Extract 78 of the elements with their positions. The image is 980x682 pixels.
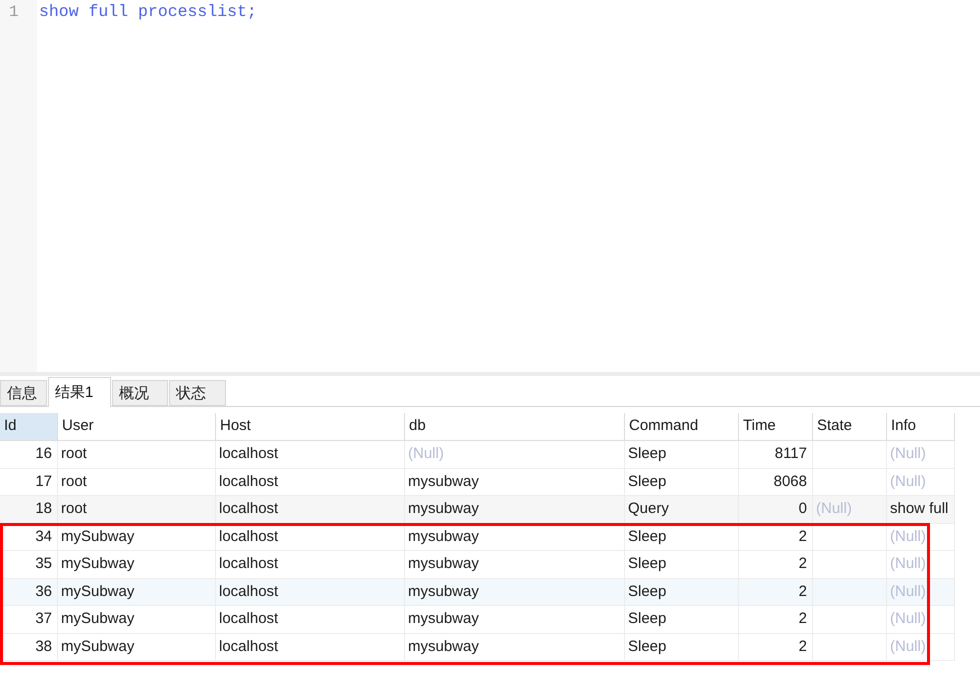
table-cell-text: 8068: [774, 472, 807, 492]
null-cell-text: (Null): [890, 472, 926, 492]
column-header[interactable]: Info: [887, 413, 955, 441]
code-line: show full processlist;: [39, 1, 257, 23]
table-cell-text: 36: [35, 582, 52, 602]
result-tab[interactable]: 信息: [0, 380, 47, 406]
table-cell-text: mysubway: [408, 582, 479, 602]
table-cell-text: localhost: [219, 582, 278, 602]
table-cell-text: 0: [798, 499, 807, 519]
table-cell-text: localhost: [219, 472, 278, 492]
table-cell-text: mysubway: [408, 636, 479, 656]
table-cell-text: mysubway: [408, 526, 479, 546]
table-cell-text: root: [61, 499, 87, 519]
table-cell-text: 2: [798, 582, 807, 602]
null-cell-text: (Null): [408, 444, 444, 464]
column-header[interactable]: db: [405, 413, 625, 441]
table-cell-text: 2: [798, 526, 807, 546]
table-row[interactable]: 17 root localhost mysubway Sleep 8068 (Null): [0, 468, 955, 496]
column-header[interactable]: Command: [625, 413, 739, 441]
table-cell-text: 18: [35, 499, 52, 519]
table-cell-text: root: [61, 472, 87, 492]
table-cell-text: mysubway: [408, 472, 479, 492]
table-cell-text: localhost: [219, 609, 278, 629]
table-cell-text: 2: [798, 609, 807, 629]
table-cell-text: localhost: [219, 554, 278, 574]
table-row[interactable]: 18 root localhost mysubway Query 0 (Null) show full: [0, 496, 955, 524]
table-cell-text: 2: [798, 554, 807, 574]
table-cell-text: localhost: [219, 499, 278, 519]
table-cell-text: localhost: [219, 444, 278, 464]
table-cell-text: localhost: [219, 526, 278, 546]
table-cell-text: 38: [35, 636, 52, 656]
table-cell-text: 34: [35, 526, 52, 546]
table-cell-text: Sleep: [628, 472, 666, 492]
table-row[interactable]: 37 mySubway localhost mysubway Sleep 2 (Null): [0, 606, 955, 634]
table-cell-text: Sleep: [628, 554, 666, 574]
table-row[interactable]: 38 mySubway localhost mysubway Sleep 2 (Null): [0, 634, 955, 661]
table-cell-text: mysubway: [408, 499, 479, 519]
table-cell-text: mysubway: [408, 609, 479, 629]
column-header[interactable]: Id: [0, 413, 58, 441]
null-cell-text: (Null): [890, 609, 926, 629]
table-cell-text: mySubway: [61, 526, 134, 546]
table-cell-text: Sleep: [628, 582, 666, 602]
table-cell-text: 16: [35, 444, 52, 464]
null-cell-text: (Null): [890, 444, 926, 464]
table-cell-text: root: [61, 444, 87, 464]
result-tab[interactable]: 概况: [112, 380, 168, 406]
null-cell-text: (Null): [816, 499, 852, 519]
table-row[interactable]: 16 root localhost (Null) Sleep 8117 (Null): [0, 441, 955, 468]
table-cell-text: 2: [798, 636, 807, 656]
null-cell-text: (Null): [890, 554, 926, 574]
table-cell-text: mySubway: [61, 554, 134, 574]
null-cell-text: (Null): [890, 582, 926, 602]
table-row[interactable]: 36 mySubway localhost mysubway Sleep 2 (Null): [0, 578, 955, 606]
table-cell-text: mySubway: [61, 582, 134, 602]
table-cell-text: Sleep: [628, 526, 666, 546]
table-cell-text: localhost: [219, 636, 278, 656]
table-cell-text: Sleep: [628, 609, 666, 629]
table-cell-text: mySubway: [61, 609, 134, 629]
table-cell-text: 8117: [774, 444, 807, 464]
table-cell-text: Query: [628, 499, 669, 519]
table-cell-text: 17: [35, 472, 52, 492]
table-cell-text: mysubway: [408, 554, 479, 574]
null-cell-text: (Null): [890, 526, 926, 546]
line-number: 1: [9, 2, 19, 23]
table-row[interactable]: 35 mySubway localhost mysubway Sleep 2 (Null): [0, 551, 955, 578]
result-tab[interactable]: 结果1: [48, 377, 111, 407]
column-header[interactable]: Time: [739, 413, 813, 441]
null-cell-text: (Null): [890, 636, 926, 656]
column-header[interactable]: User: [58, 413, 216, 441]
table-cell-text: Sleep: [628, 444, 666, 464]
column-header[interactable]: Host: [216, 413, 405, 441]
table-cell-text: show full: [890, 499, 948, 519]
table-cell-text: 35: [35, 554, 52, 574]
table-cell-text: Sleep: [628, 636, 666, 656]
result-tab[interactable]: 状态: [169, 380, 226, 406]
table-cell-text: 37: [35, 609, 52, 629]
column-header[interactable]: State: [813, 413, 887, 441]
table-cell-text: mySubway: [61, 636, 134, 656]
